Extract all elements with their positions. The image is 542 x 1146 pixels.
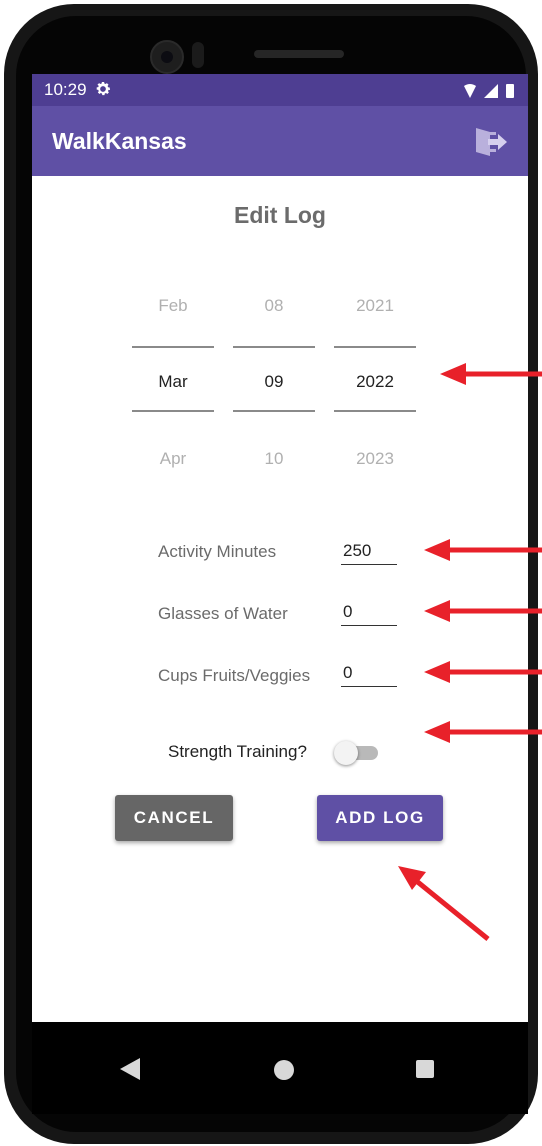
strength-training-label: Strength Training?: [168, 742, 307, 761]
glasses-water-label: Glasses of Water: [158, 604, 288, 623]
month-divider-bottom: [132, 410, 214, 412]
cancel-button[interactable]: CANCEL: [115, 795, 233, 841]
add-log-button[interactable]: ADD LOG: [317, 795, 443, 841]
annotation-arrow-add-log-icon: [398, 866, 490, 941]
wifi-icon: [464, 84, 476, 98]
annotation-arrow-fruits-icon: [424, 661, 542, 683]
day-selected[interactable]: 09: [233, 372, 315, 392]
proximity-sensor: [192, 42, 204, 68]
status-time: 10:29: [44, 80, 87, 99]
app-title: WalkKansas: [52, 128, 187, 154]
front-camera: [150, 40, 184, 74]
activity-minutes-label: Activity Minutes: [158, 542, 277, 561]
cups-fruits-input[interactable]: [341, 662, 397, 687]
app-bar: WalkKansas: [32, 106, 528, 176]
month-prev[interactable]: Feb: [132, 296, 214, 316]
month-selected[interactable]: Mar: [132, 372, 214, 392]
year-selected[interactable]: 2022: [334, 372, 416, 392]
day-divider-top: [233, 346, 315, 348]
month-divider-top: [132, 346, 214, 348]
page-title: Edit Log: [234, 202, 326, 228]
status-bar: 10:29: [32, 74, 528, 106]
home-circle-icon[interactable]: [274, 1060, 294, 1080]
year-divider-top: [334, 346, 416, 348]
cups-fruits-label: Cups Fruits/Veggies: [158, 666, 311, 685]
annotation-arrow-date-icon: [440, 363, 542, 385]
year-prev[interactable]: 2021: [334, 296, 416, 316]
navigation-bar: [32, 1022, 528, 1114]
day-next[interactable]: 10: [233, 449, 315, 469]
signal-icon: [484, 84, 498, 98]
battery-icon: [506, 84, 514, 98]
logout-icon[interactable]: [474, 126, 508, 158]
annotation-arrow-strength-icon: [424, 721, 542, 743]
gear-icon: [96, 81, 111, 96]
recent-apps-square-icon[interactable]: [416, 1060, 434, 1078]
strength-training-switch[interactable]: [334, 741, 358, 765]
back-triangle-icon[interactable]: [120, 1058, 140, 1080]
month-next[interactable]: Apr: [132, 449, 214, 469]
day-prev[interactable]: 08: [233, 296, 315, 316]
annotation-arrow-activity-icon: [424, 539, 542, 561]
activity-minutes-input[interactable]: [341, 540, 397, 565]
status-icons: [464, 84, 514, 98]
year-next[interactable]: 2023: [334, 449, 416, 469]
annotation-arrow-water-icon: [424, 600, 542, 622]
app-screen: 10:29 WalkKansas Edit Log Feb Mar Apr 08…: [32, 74, 528, 1114]
year-divider-bottom: [334, 410, 416, 412]
day-divider-bottom: [233, 410, 315, 412]
glasses-water-input[interactable]: [341, 601, 397, 626]
earpiece-speaker: [254, 50, 344, 58]
